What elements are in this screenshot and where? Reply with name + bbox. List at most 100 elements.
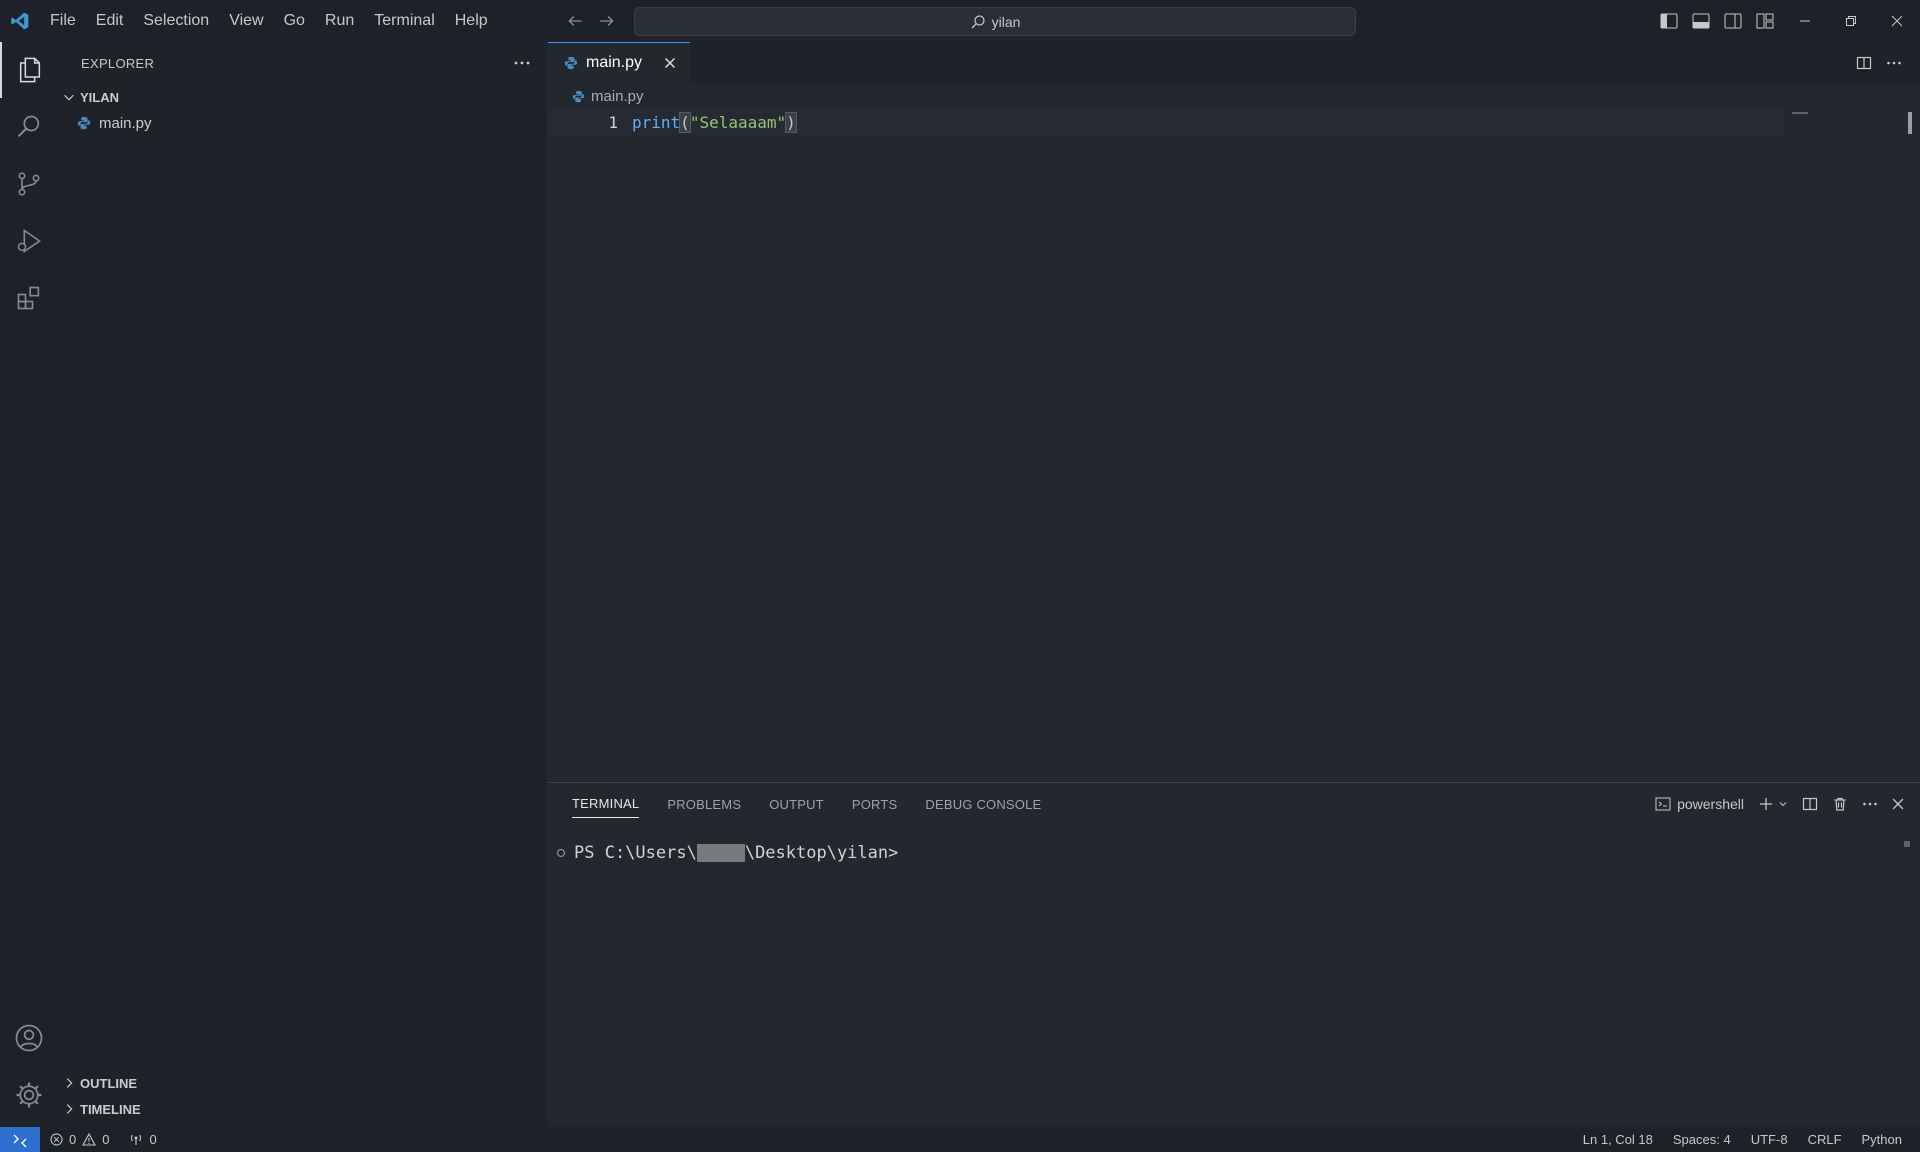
- outline-section[interactable]: OUTLINE: [57, 1070, 547, 1096]
- code-token-open-paren: (: [679, 112, 691, 133]
- split-terminal-icon[interactable]: [1802, 796, 1818, 812]
- code-token-close-paren: ): [785, 112, 797, 133]
- menu-run[interactable]: Run: [315, 0, 364, 42]
- menu-file[interactable]: File: [40, 0, 86, 42]
- terminal-prompt[interactable]: PS C:\Users\ \Desktop\yilan>: [556, 841, 898, 865]
- toggle-primary-sidebar-icon[interactable]: [1658, 10, 1680, 32]
- menu-terminal[interactable]: Terminal: [364, 0, 444, 42]
- timeline-label: TIMELINE: [80, 1101, 141, 1117]
- tab-main-py[interactable]: main.py: [548, 42, 690, 84]
- ports-count: 0: [149, 1132, 157, 1147]
- status-right-items: Ln 1, Col 18 Spaces: 4 UTF-8 CRLF Python: [1583, 1127, 1902, 1152]
- remote-icon: [13, 1134, 27, 1147]
- menu-edit[interactable]: Edit: [86, 0, 134, 42]
- status-problems[interactable]: 0 0 0: [50, 1132, 157, 1147]
- close-panel-icon[interactable]: [1892, 798, 1904, 810]
- tab-terminal[interactable]: TERMINAL: [572, 790, 640, 818]
- remote-indicator[interactable]: [0, 1127, 40, 1152]
- chevron-down-icon: [1779, 802, 1787, 807]
- toggle-secondary-sidebar-icon[interactable]: [1722, 10, 1744, 32]
- extensions-icon[interactable]: [0, 270, 57, 326]
- tab-debug-console[interactable]: DEBUG CONSOLE: [925, 797, 1041, 812]
- menu-bar: File Edit Selection View Go Run Terminal…: [40, 0, 498, 42]
- code-token-function: print: [632, 113, 681, 132]
- title-bar: File Edit Selection View Go Run Terminal…: [0, 0, 1920, 42]
- back-arrow-icon[interactable]: [564, 10, 586, 32]
- file-main-py[interactable]: main.py: [57, 110, 547, 136]
- error-count: 0: [69, 1132, 77, 1147]
- command-status-circle-icon: [556, 848, 566, 858]
- line-number: 1: [608, 113, 618, 132]
- accounts-icon[interactable]: [0, 1010, 57, 1066]
- close-window-icon[interactable]: [1874, 0, 1920, 42]
- chevron-down-icon: [62, 90, 80, 104]
- navigation-arrows: [564, 0, 618, 42]
- source-control-icon[interactable]: [0, 156, 57, 212]
- redacted-username: [696, 844, 745, 862]
- restore-icon[interactable]: [1828, 0, 1874, 42]
- command-center-search[interactable]: yilan: [634, 7, 1356, 36]
- error-icon: [50, 1133, 63, 1146]
- minimize-icon[interactable]: [1782, 0, 1828, 42]
- explorer-header: EXPLORER: [57, 42, 547, 84]
- sidebar-bottom-sections: OUTLINE TIMELINE: [57, 1070, 547, 1122]
- cursor-position[interactable]: Ln 1, Col 18: [1583, 1132, 1653, 1147]
- python-file-icon: [77, 116, 91, 130]
- forward-arrow-icon[interactable]: [596, 10, 618, 32]
- breadcrumb-file[interactable]: main.py: [591, 88, 644, 105]
- folder-yilan-row[interactable]: YILAN: [57, 84, 547, 110]
- menu-selection[interactable]: Selection: [133, 0, 219, 42]
- tab-label: main.py: [586, 53, 643, 71]
- split-editor-icon[interactable]: [1856, 55, 1872, 71]
- indentation[interactable]: Spaces: 4: [1673, 1132, 1731, 1147]
- toggle-panel-icon[interactable]: [1690, 10, 1712, 32]
- editor-scrollbar[interactable]: [1908, 112, 1912, 134]
- trash-icon[interactable]: [1832, 796, 1848, 812]
- plus-icon: [1760, 798, 1772, 810]
- editor-area: main.py main.py 1 print("Selaaaam"): [548, 42, 1920, 782]
- tab-close-icon[interactable]: [660, 53, 680, 73]
- panel-more-actions-icon[interactable]: [1862, 801, 1878, 807]
- python-file-icon: [572, 90, 585, 103]
- bottom-panel: TERMINAL PROBLEMS OUTPUT PORTS DEBUG CON…: [548, 782, 1920, 1127]
- minimap[interactable]: [1792, 112, 1808, 114]
- command-center-label: yilan: [991, 13, 1021, 30]
- folder-name: YILAN: [80, 89, 119, 105]
- breadcrumb: main.py: [548, 84, 1920, 108]
- menu-go[interactable]: Go: [274, 0, 315, 42]
- editor-actions: [1856, 42, 1902, 84]
- end-of-line[interactable]: CRLF: [1808, 1132, 1842, 1147]
- status-bar: 0 0 0 Ln 1, Col 18 Spaces: 4 UTF-8 CRLF …: [0, 1127, 1920, 1152]
- shell-name: powershell: [1677, 796, 1744, 812]
- search-activity-icon[interactable]: [0, 99, 57, 155]
- terminal-icon: [1655, 797, 1671, 811]
- menu-view[interactable]: View: [219, 0, 273, 42]
- vscode-logo-icon: [0, 0, 40, 42]
- activity-bar: [0, 42, 57, 1127]
- outline-label: OUTLINE: [80, 1075, 138, 1091]
- terminal-shell-selector[interactable]: powershell: [1655, 796, 1744, 812]
- file-encoding[interactable]: UTF-8: [1751, 1132, 1788, 1147]
- broadcast-ports-icon: [131, 1134, 142, 1145]
- new-terminal-button[interactable]: [1758, 796, 1788, 812]
- explorer-title: EXPLORER: [81, 55, 155, 71]
- menu-help[interactable]: Help: [445, 0, 498, 42]
- run-debug-icon[interactable]: [0, 213, 57, 269]
- explorer-sidebar: EXPLORER YILAN main.py OUTLINE TIMELINE: [57, 42, 547, 1127]
- explorer-more-actions-icon[interactable]: [513, 60, 531, 66]
- editor-more-actions-icon[interactable]: [1886, 60, 1902, 66]
- search-icon: [971, 14, 985, 28]
- explorer-icon[interactable]: [0, 42, 57, 98]
- language-mode[interactable]: Python: [1862, 1132, 1902, 1147]
- manage-gear-icon[interactable]: [0, 1067, 57, 1123]
- timeline-section[interactable]: TIMELINE: [57, 1096, 547, 1122]
- prompt-suffix: \Desktop\yilan>: [744, 843, 899, 863]
- terminal-scrollbar[interactable]: [1904, 841, 1910, 847]
- customize-layout-icon[interactable]: [1754, 10, 1776, 32]
- prompt-prefix: PS C:\Users\: [574, 843, 697, 863]
- tab-ports[interactable]: PORTS: [852, 797, 898, 812]
- file-name: main.py: [99, 114, 152, 132]
- code-line-1[interactable]: print("Selaaaam"): [632, 110, 797, 135]
- tab-problems[interactable]: PROBLEMS: [667, 797, 741, 812]
- tab-output[interactable]: OUTPUT: [769, 797, 824, 812]
